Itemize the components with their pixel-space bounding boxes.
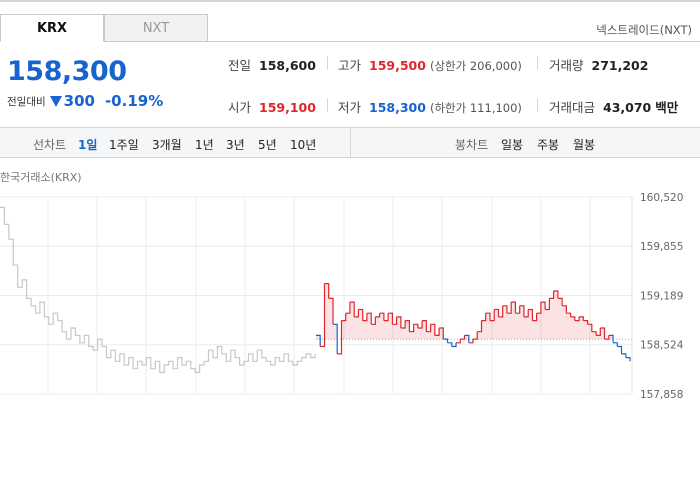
today-line-segment [460,335,466,340]
change-percent: -0.19% [104,92,164,110]
today-line-segment [320,283,326,348]
today-line-segment [354,309,359,318]
tab-nxt[interactable]: NXT [104,14,208,42]
market-tabs: KRX NXT [0,14,208,42]
candle-monthly[interactable]: 월봉 [573,136,595,153]
today-line-segment [477,320,483,333]
today-line-segment [506,302,512,314]
stat-label: 전일 [228,58,252,73]
y-tick-label: 157,858 [640,389,683,400]
previous-session-line [0,206,316,373]
today-line-segment [417,320,423,329]
today-line-segment [409,324,415,333]
period-bar-divider [350,128,351,157]
line-chart-label: 선차트 [33,138,67,152]
today-line-segment [481,313,487,322]
today-line-segment [498,305,504,318]
intraday-chart: 160,520 159,855 159,189 158,524 157,858 [0,192,684,400]
period-1y[interactable]: 1년 [195,136,214,153]
current-price: 158,300 [7,56,127,87]
today-line-segment [625,357,631,362]
today-line-segment [621,353,627,358]
today-line-segment [532,313,538,322]
today-line-segment [375,313,381,318]
today-line-segment [337,320,343,355]
y-tick-label: 159,855 [640,241,683,253]
stat-prev-close: 전일 158,600 [228,55,316,74]
stat-value: 159,500 [369,58,426,73]
today-line-segment [473,331,478,340]
today-line-segment [434,328,440,336]
today-line-segment [371,316,376,325]
today-line-segment [596,328,601,336]
divider [327,98,328,112]
stat-volume: 거래량 271,202 [549,55,648,74]
stat-unit: 백만 [655,100,679,115]
tab-underline [208,41,700,42]
stat-value: 159,100 [259,100,316,115]
today-line-segment [426,324,432,333]
period-10y[interactable]: 10년 [290,136,316,153]
tab-krx[interactable]: KRX [0,14,104,42]
today-line-segment [604,335,610,340]
change-amount: 300 [63,92,95,110]
today-line-segment [617,345,623,354]
period-bar: 선차트 1일 1주일 3개월 1년 3년 5년 10년 봉차트 일봉 주봉 월봉 [0,127,700,158]
price-change: 전일대비 300 -0.19% [7,92,163,110]
today-line-segment [345,302,351,314]
stat-label: 고가 [338,58,362,73]
period-1d[interactable]: 1일 [78,136,97,153]
candle-chart-label: 봉차트 [455,138,489,152]
period-3y[interactable]: 3년 [226,136,245,153]
period-1w[interactable]: 1주일 [109,136,139,153]
change-label: 전일대비 [7,95,46,108]
y-tick-label: 158,524 [640,340,684,352]
stat-label: 저가 [338,100,362,115]
today-line-segment [523,309,529,318]
stat-lower-limit: (하한가 111,100) [429,101,522,115]
today-line-segment [545,298,550,311]
stat-upper-limit: (상한가 206,000) [429,59,522,73]
stat-value: 43,070 [603,100,652,115]
period-5y[interactable]: 5년 [258,136,277,153]
divider [537,98,538,112]
today-line-segment [536,302,542,314]
divider [327,56,328,70]
exchange-caption: 한국거래소(KRX) [0,171,82,184]
stat-label: 시가 [228,100,252,115]
candle-daily[interactable]: 일봉 [501,136,523,153]
stat-high: 고가 159,500 (상한가 206,000) [338,55,522,74]
stat-amount: 거래대금 43,070 백만 [549,97,678,116]
candle-weekly[interactable]: 주봉 [537,136,559,153]
y-tick-label: 160,520 [640,192,683,204]
y-tick-label: 159,189 [640,291,683,303]
today-line-segment [400,320,406,329]
period-3m[interactable]: 3개월 [152,136,182,153]
stat-low: 저가 158,300 (하한가 111,100) [338,97,522,116]
stat-value: 158,600 [259,58,316,73]
top-rule [0,0,700,2]
today-line-segment [443,338,449,343]
stat-value: 158,300 [369,100,426,115]
today-line-segment [549,291,555,299]
stat-label: 거래대금 [549,100,596,115]
today-line-segment [515,305,521,314]
today-line-segment [383,313,389,322]
stat-label: 거래량 [549,58,584,73]
today-line-segment [456,339,461,344]
today-line-segment [362,313,368,322]
stat-open: 시가 159,100 [228,97,316,116]
nxt-link[interactable]: 넥스트레이드(NXT) [596,22,692,38]
divider [537,56,538,70]
today-line-segment [574,316,580,322]
today-line-segment [468,339,474,344]
down-arrow-icon [49,95,62,107]
stat-value: 271,202 [591,58,649,73]
